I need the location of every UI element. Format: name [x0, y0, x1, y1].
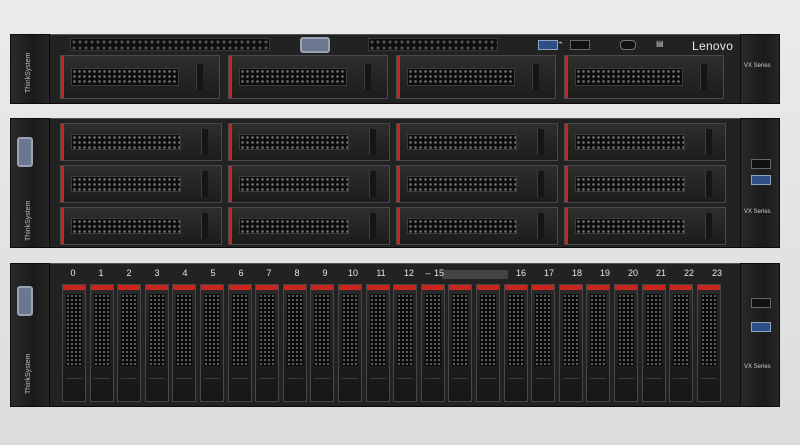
chassis-front: 0 1 2 3 4 5 6 7 8 9 10 11 12 – 15 16 17 … — [50, 263, 740, 407]
sff-drive-bay — [696, 284, 721, 402]
server-stack-photo: ThinkSystem ⌁ ▤ Lenovo VX Series ThinkSy… — [0, 0, 800, 445]
series-label: VX Series — [744, 364, 771, 370]
bay-number: 9 — [322, 268, 328, 278]
sff-drive-bay — [200, 284, 224, 402]
drive-bay — [396, 165, 558, 203]
sff-drive-bay — [255, 284, 280, 402]
server-2u-12-bay: ThinkSystem VX Series — [10, 118, 780, 248]
bay-number: 5 — [210, 268, 216, 278]
drive-bay — [564, 123, 726, 161]
sff-drive-bay — [172, 284, 197, 402]
server-2u-24-bay: ThinkSystem 0 1 2 3 4 5 6 7 8 9 10 11 12… — [10, 263, 780, 407]
bay-number: 16 — [515, 268, 526, 278]
id-button-icon: ▤ — [656, 39, 664, 48]
usb2-port — [570, 40, 590, 50]
bay-number: 8 — [294, 268, 300, 278]
sff-drive-bay — [531, 284, 556, 402]
sff-drive-bay — [641, 284, 666, 402]
sff-drive-bay — [503, 284, 528, 402]
drive-bay — [228, 123, 390, 161]
brand-logo: Lenovo — [692, 39, 734, 53]
bay-number: 19 — [599, 268, 610, 278]
think-label: ThinkSystem — [25, 200, 32, 241]
usb2-port — [751, 159, 771, 169]
series-label: VX Series — [744, 63, 771, 69]
usb2-port — [751, 298, 771, 308]
bay-number: 17 — [543, 268, 554, 278]
bay-number: 20 — [627, 268, 638, 278]
sff-drive-bay — [476, 284, 500, 402]
drive-bay — [228, 55, 388, 99]
drive-bay — [564, 165, 726, 203]
bay-number: 11 — [376, 268, 386, 278]
drive-bay — [396, 55, 556, 99]
usb3-port — [751, 322, 771, 332]
bay-number: 2 — [126, 268, 132, 278]
bay-number: 7 — [266, 268, 272, 278]
bay-number: 22 — [683, 268, 694, 278]
drive-bay — [60, 207, 222, 245]
bay-number: 10 — [347, 268, 358, 278]
bay-number: 6 — [238, 268, 244, 278]
chassis-front — [50, 118, 740, 248]
sff-drive-bay — [62, 284, 86, 402]
usb3-port — [538, 40, 558, 50]
bay-number: 3 — [154, 268, 160, 278]
sff-drive-bay — [117, 284, 142, 402]
sff-drive-bay — [586, 284, 611, 402]
sff-drive-bay — [614, 284, 638, 402]
bay-number: 21 — [655, 268, 666, 278]
right-rack-ear: VX Series — [740, 118, 780, 248]
sff-drive-bay — [89, 284, 114, 402]
bay-number: 0 — [70, 268, 76, 278]
vga-port-icon — [17, 286, 33, 316]
chassis-front: ⌁ ▤ Lenovo — [50, 34, 740, 104]
left-rack-ear: ThinkSystem — [10, 263, 50, 407]
sff-drive-bay — [282, 284, 307, 402]
drive-bay — [60, 123, 222, 161]
front-vent — [368, 38, 498, 51]
usb-icon: ⌁ — [558, 38, 563, 47]
think-label: ThinkSystem — [25, 52, 32, 93]
vga-port-icon — [17, 137, 33, 167]
usb3-port — [751, 175, 771, 185]
sff-drive-bay — [338, 284, 362, 402]
think-label: ThinkSystem — [25, 353, 32, 394]
drive-bay — [228, 207, 390, 245]
bay-number: 1 — [98, 268, 104, 278]
server-1u-4-bay: ThinkSystem ⌁ ▤ Lenovo VX Series — [10, 34, 780, 104]
right-rack-ear: VX Series — [740, 34, 780, 104]
power-button-icon — [620, 40, 636, 50]
sff-drive-bay — [227, 284, 252, 402]
bay-range-bar — [442, 270, 508, 279]
left-rack-ear: ThinkSystem — [10, 34, 50, 104]
bay-number: 12 — [403, 268, 414, 278]
sff-drive-bay — [144, 284, 169, 402]
series-label: VX Series — [744, 209, 771, 215]
bay-number: 18 — [571, 268, 582, 278]
drive-bay — [228, 165, 390, 203]
front-vent — [70, 38, 270, 51]
bay-number: 23 — [711, 268, 722, 278]
right-rack-ear: VX Series — [740, 263, 780, 407]
drive-bay — [60, 55, 220, 99]
drive-bay — [396, 123, 558, 161]
sff-drive-bay — [448, 284, 473, 402]
sff-drive-bay — [393, 284, 418, 402]
sff-drive-bay — [558, 284, 583, 402]
vga-port-icon — [300, 37, 330, 53]
left-rack-ear: ThinkSystem — [10, 118, 50, 248]
sff-drive-bay — [669, 284, 694, 402]
bay-number: 4 — [182, 268, 188, 278]
sff-drive-bay — [420, 284, 445, 402]
sff-drive-bay — [310, 284, 335, 402]
drive-bay — [564, 207, 726, 245]
sff-drive-bay — [365, 284, 390, 402]
drive-bay — [60, 165, 222, 203]
drive-bay — [564, 55, 724, 99]
drive-bay — [396, 207, 558, 245]
bay-number: 15 — [433, 268, 444, 278]
